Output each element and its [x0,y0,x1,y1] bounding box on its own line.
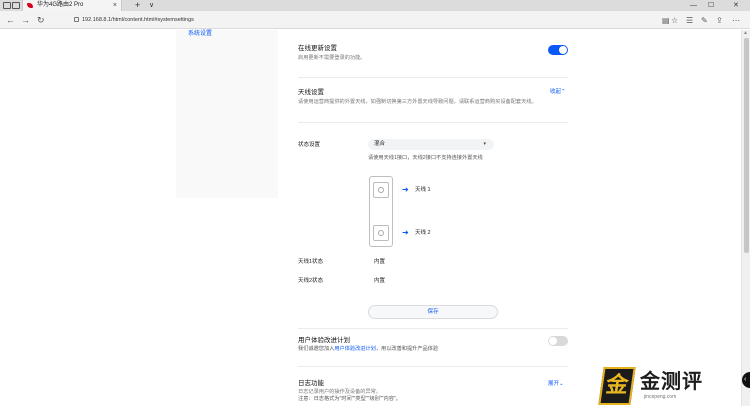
chevron-down-icon: ▾ [483,141,486,147]
settings-content: 在线更新设置 启用更新不需要登录的功能。 天线设置 请使用运营商提供的外置天线，… [298,30,570,406]
expand-label: 展开 [548,381,560,387]
antenna-1-status-value: 内置 [374,259,386,265]
antenna-mode-value: 混合 [374,141,386,147]
tab-preview-icon[interactable] [3,2,11,9]
router-back-diagram [369,176,393,247]
watermark-url: jincepeng.com [644,394,677,400]
huawei-logo-icon [27,3,33,8]
reading-view-icon[interactable]: ▤ [662,15,670,26]
log-desc: 日志记录用户的操作及设备的异常。 [298,389,382,395]
url-field[interactable]: 192.168.8.1/html/content.html#systemsett… [70,15,630,26]
antenna-1-status-label: 天线1状态 [298,259,324,265]
page-info-icon[interactable] [74,17,79,22]
more-icon[interactable]: ⋯ [732,15,740,26]
antenna-2-status-label: 天线2状态 [298,278,324,284]
online-update-desc: 启用更新不需要登录的功能。 [298,55,366,61]
divider [298,77,568,78]
chevron-down-icon: ⌄ [559,381,564,387]
scroll-thumb[interactable] [744,38,749,253]
ux-desc-prefix: 我们诚邀您加入 [298,346,335,352]
arrow-left-icon: ➜ [402,228,409,237]
ux-program-section: 用户体验改进计划 我们诚邀您加入用户体验改进计划，用以改善和提升产品体验 [298,336,568,353]
settings-sidebar: 系统设置 [176,30,278,198]
antenna-port-1 [373,182,389,198]
antenna-collapse-button[interactable]: 收起⌃ [550,88,566,96]
forward-button[interactable]: → [21,14,30,26]
antenna-hint: 请使用天线1接口，天线2接口不支持连接外置天线 [368,155,483,161]
arrow-left-icon: ➜ [402,185,409,194]
hub-icon[interactable]: ☰ [686,15,693,26]
antenna-title: 天线设置 [298,89,324,96]
status-setting-label: 状态设置 [298,142,321,148]
new-tab-button[interactable]: + [135,0,140,11]
ux-program-link[interactable]: 用户体验改进计划 [334,346,376,352]
ux-program-toggle[interactable] [548,336,568,346]
watermark-badge: 金 [598,367,636,405]
log-title: 日志功能 [298,380,324,387]
save-button[interactable]: 保存 [368,305,498,319]
web-note-icon[interactable]: ✎ [701,15,708,26]
browser-tab-bar: 华为4G路由2 Pro × + ∨ — ☐ ✕ [0,0,750,11]
watermark-logo: 金 金测评 jincepeng.com [598,366,724,406]
watermark-text: 金测评 [640,369,703,393]
toggle-knob [549,337,557,345]
ux-program-title: 用户体验改进计划 [298,337,350,344]
antenna-port-2 [373,225,389,241]
antenna-mode-select[interactable]: 混合 ▾ [368,139,494,150]
online-update-section: 在线更新设置 启用更新不需要登录的功能。 [298,44,568,62]
window-close-button[interactable]: ✕ [733,0,739,11]
maximize-button[interactable]: ☐ [708,0,714,11]
page-scrollbar[interactable]: ▲ [741,30,750,406]
set-aside-tabs-icon[interactable] [12,2,20,9]
refresh-button[interactable]: ↻ [37,14,45,26]
chevron-left-icon: ‹ [744,376,747,383]
antenna-1-label: 天线 1 [415,187,431,193]
online-update-title: 在线更新设置 [298,45,337,52]
log-note: 注意：日志格式为"时间""类型""级别""内容"。 [298,396,401,402]
log-section: 日志功能 日志记录用户的操作及设备的异常。 注意：日志格式为"时间""类型""级… [298,379,568,403]
antenna-2-status-value: 内置 [374,278,386,284]
online-update-toggle[interactable] [548,45,568,55]
ux-program-desc: 我们诚邀您加入用户体验改进计划，用以改善和提升产品体验 [298,346,568,353]
share-icon[interactable]: ⇪ [716,15,723,26]
antenna-2-label: 天线 2 [415,230,431,236]
browser-tab-active[interactable]: 华为4G路由2 Pro × [22,0,122,11]
sidebar-item-system-settings[interactable]: 系统设置 [188,30,212,38]
tab-close-icon[interactable]: × [113,1,117,10]
back-button[interactable]: ← [6,14,15,26]
toggle-knob [559,46,567,54]
scroll-up-icon[interactable]: ▲ [743,30,748,36]
tab-title: 华为4G路由2 Pro [37,2,84,8]
minimize-button[interactable]: — [690,0,697,11]
divider [298,366,568,367]
chevron-up-icon: ⌃ [561,89,566,95]
url-text: 192.168.8.1/html/content.html#systemsett… [82,17,194,23]
ux-desc-suffix: ，用以改善和提升产品体验 [375,346,439,352]
watermark-badge-char: 金 [604,373,630,398]
divider [298,328,568,329]
browser-address-bar: ← → ↻ 192.168.8.1/html/content.html#syst… [0,11,750,29]
favorite-icon[interactable]: ☆ [671,15,678,26]
divider [298,122,568,123]
antenna-desc: 请使用运营商提供的外置天线，如强制切换第三方外置天线导致问题，请联系运营商购买设… [298,99,537,105]
antenna-section-header: 天线设置 请使用运营商提供的外置天线，如强制切换第三方外置天线导致问题，请联系运… [298,88,568,106]
collapse-label: 收起 [550,89,562,95]
log-expand-button[interactable]: 展开⌄ [548,380,564,388]
tab-list-button[interactable]: ∨ [149,0,154,11]
